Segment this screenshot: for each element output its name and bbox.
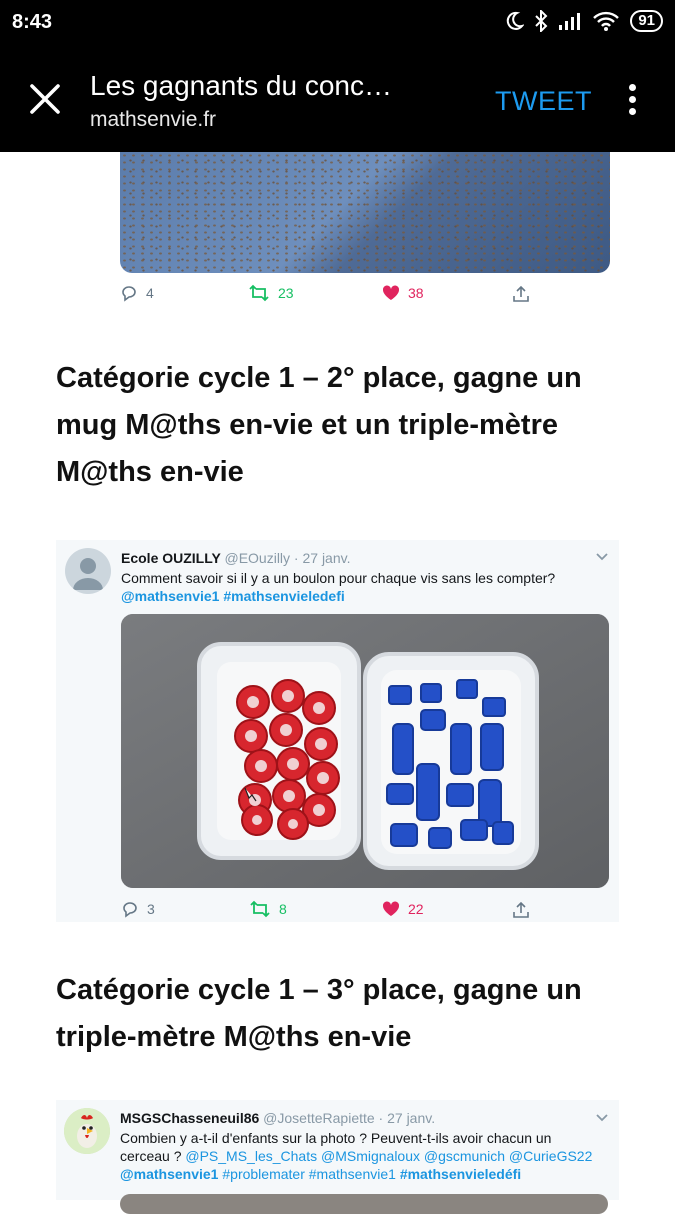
rooster-avatar-icon (64, 1108, 110, 1154)
chevron-down-icon[interactable] (596, 1114, 608, 1122)
tweet-tags: @mathsenvie1 #mathsenvieledefi (121, 587, 601, 605)
reply-icon (122, 286, 136, 302)
embedded-tweet[interactable]: Ecole OUZILLY @EOuzilly · 27 janv. Comme… (56, 540, 619, 922)
tweet-text: Combien y a-t-il d'enfants sur la photo … (120, 1129, 610, 1183)
author-name: Ecole OUZILLY (121, 550, 221, 566)
mention-links[interactable]: @PS_MS_les_Chats @MSmignaloux @gscmunich… (185, 1148, 592, 1164)
photo-boxes-bolts (121, 614, 609, 888)
tweet-text-fragment: cerceau ? (120, 1148, 186, 1164)
avatar[interactable] (65, 548, 111, 594)
retweet-icon (249, 284, 269, 302)
reply-icon (123, 902, 137, 918)
status-time: 8:43 (12, 11, 53, 33)
like-action[interactable]: 38 (382, 284, 424, 302)
wifi-icon (593, 11, 620, 31)
retweet-action[interactable]: 23 (248, 284, 294, 302)
tweet-text-line: cerceau ? @PS_MS_les_Chats @MSmignaloux … (120, 1147, 610, 1165)
hashtag-links[interactable]: #problemater #mathsenvie1 (222, 1166, 396, 1182)
tweet-text-line: Comment savoir si il y a un boulon pour … (121, 570, 556, 586)
heading-line: Catégorie cycle 1 – 3° place, gagne un (56, 974, 582, 1006)
status-icons: 91 (504, 10, 663, 32)
tweet-photo-previous[interactable] (120, 152, 610, 273)
author-handle: @JosetteRapiette · 27 janv. (263, 1110, 436, 1126)
page-url: mathsenvie.fr (90, 108, 217, 131)
mention-link[interactable]: @mathsenvie1 (120, 1166, 218, 1182)
tweet-photo[interactable] (121, 614, 609, 888)
like-action[interactable]: 22 (382, 900, 424, 918)
section-heading-2nd-place: Catégorie cycle 1 – 2° place, gagne un m… (56, 355, 636, 496)
app-header: 8:43 91 Les gagnants du conc… mathsenvie… (0, 0, 675, 152)
hashtag-link[interactable]: #mathsenvieledéfi (400, 1166, 521, 1182)
hashtag-link[interactable]: #mathsenvieledefi (223, 588, 344, 604)
embedded-tweet[interactable]: MSGSChasseneuil86 @JosetteRapiette · 27 … (56, 1100, 619, 1214)
moon-icon (507, 11, 525, 30)
mention-link[interactable]: @mathsenvie1 (121, 588, 219, 604)
share-icon[interactable] (512, 901, 530, 919)
author-handle: @EOuzilly · 27 janv. (224, 550, 351, 566)
tweet-text-line: Combien y a-t-il d'enfants sur la photo … (120, 1130, 552, 1146)
status-bar: 8:43 91 (0, 0, 675, 46)
share-icon[interactable] (512, 285, 530, 303)
signal-icon (559, 13, 581, 30)
reply-action[interactable]: 3 (121, 900, 155, 918)
heart-icon (382, 285, 400, 300)
tweet-photo[interactable] (120, 1194, 608, 1214)
tweet-button[interactable]: TWEET (495, 86, 592, 117)
heading-line: mug M@ths en-vie et un triple-mètre (56, 409, 559, 441)
tweet-author[interactable]: Ecole OUZILLY @EOuzilly · 27 janv. (121, 550, 350, 566)
chevron-down-icon[interactable] (596, 553, 608, 561)
default-avatar-icon (73, 558, 103, 590)
more-options-icon[interactable] (622, 84, 642, 118)
page-title: Les gagnants du conc… (90, 70, 392, 101)
heading-line: M@ths en-vie (56, 456, 244, 488)
reply-action[interactable]: 4 (120, 284, 154, 302)
section-heading-3rd-place: Catégorie cycle 1 – 3° place, gagne un t… (56, 967, 636, 1061)
close-icon[interactable] (26, 80, 64, 118)
heading-line: Catégorie cycle 1 – 2° place, gagne un (56, 362, 582, 394)
heading-line: triple-mètre M@ths en-vie (56, 1021, 412, 1053)
tweet-tags: @mathsenvie1 #problemater #mathsenvie1 #… (120, 1165, 610, 1183)
bluetooth-icon (535, 10, 548, 32)
tweet-text: Comment savoir si il y a un boulon pour … (121, 569, 601, 605)
retweet-icon (250, 900, 270, 918)
retweet-action[interactable]: 8 (249, 900, 287, 918)
author-name: MSGSChasseneuil86 (120, 1110, 260, 1126)
avatar[interactable] (64, 1108, 110, 1154)
heart-icon (382, 901, 400, 916)
tweet-author[interactable]: MSGSChasseneuil86 @JosetteRapiette · 27 … (120, 1110, 435, 1126)
battery-indicator: 91 (630, 10, 663, 32)
